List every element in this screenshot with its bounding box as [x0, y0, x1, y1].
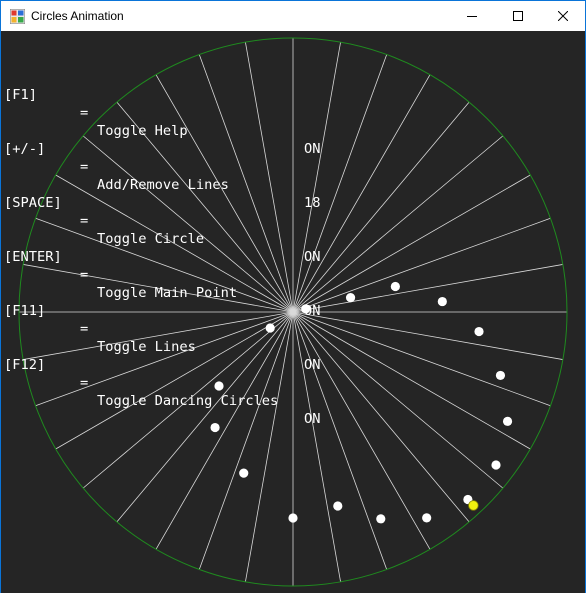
dancing-circle [239, 468, 249, 478]
help-action: Add/Remove Lines [97, 177, 229, 193]
help-action: Toggle Main Point [97, 285, 238, 301]
help-key: [F1] [4, 87, 37, 103]
help-action: Toggle Lines [97, 339, 196, 355]
help-state: ON [304, 141, 321, 157]
maximize-icon [512, 11, 523, 21]
help-equals: = [80, 213, 89, 229]
help-key: [F11] [4, 303, 46, 319]
dancing-circle [437, 296, 447, 307]
dancing-circle [376, 514, 386, 524]
help-row-toggle-lines: [F11] = Toggle Lines ON [4, 284, 320, 373]
help-key: [F12] [4, 357, 46, 373]
close-button[interactable] [540, 1, 585, 31]
dancing-circle [422, 513, 432, 523]
help-key: [SPACE] [4, 195, 62, 211]
dancing-circle [210, 422, 220, 433]
help-state: ON [304, 249, 321, 265]
dancing-circle [345, 293, 356, 303]
dancing-circle [491, 460, 501, 470]
center-hub [290, 309, 296, 315]
close-icon [557, 11, 568, 21]
window-title: Circles Animation [31, 9, 124, 23]
help-equals: = [80, 105, 89, 121]
radial-lines [19, 38, 567, 586]
dancing-circle [333, 501, 343, 511]
dancing-circle [474, 326, 484, 337]
help-equals: = [80, 159, 89, 175]
circles-animation-drawing [18, 37, 568, 587]
help-key: [+/-] [4, 141, 46, 157]
help-state: ON [304, 357, 321, 373]
windows-form-app-icon [10, 9, 25, 24]
main-point [468, 500, 479, 511]
title-bar[interactable]: Circles Animation [1, 1, 585, 31]
dancing-circle [265, 323, 275, 333]
main-point-layer [468, 500, 479, 511]
help-panel: [F1] = Toggle Help ON [+/-] = Add/Remove… [4, 32, 320, 427]
dancing-circle [214, 381, 224, 391]
dancing-circle [495, 370, 506, 381]
dancing-circle [288, 513, 298, 523]
help-row-toggle-help: [F1] = Toggle Help ON [4, 68, 320, 157]
help-equals: = [80, 321, 89, 337]
help-row-add-remove-lines: [+/-] = Add/Remove Lines 18 [4, 122, 320, 211]
minimize-icon [466, 16, 477, 17]
help-state: ON [304, 411, 321, 427]
minimize-button[interactable] [449, 1, 494, 31]
dancing-circle [502, 416, 513, 426]
help-key: [ENTER] [4, 249, 62, 265]
help-equals: = [80, 375, 89, 391]
help-action: Toggle Circle [97, 231, 205, 247]
help-equals: = [80, 267, 89, 283]
app-window: Circles Animation [F1] = Toggle Help ON … [0, 0, 586, 593]
help-row-toggle-circle: [SPACE] = Toggle Circle ON [4, 176, 320, 265]
help-row-toggle-dancing-circles: [F12] = Toggle Dancing Circles ON [4, 338, 320, 427]
help-action: Toggle Help [97, 123, 188, 139]
animation-canvas[interactable]: [F1] = Toggle Help ON [+/-] = Add/Remove… [1, 31, 585, 593]
help-action: Toggle Dancing Circles [97, 393, 279, 409]
maximize-button[interactable] [495, 1, 540, 31]
help-state: 18 [304, 195, 321, 211]
help-state: ON [304, 303, 321, 319]
help-row-toggle-main-point: [ENTER] = Toggle Main Point ON [4, 230, 320, 319]
dancing-circle [390, 281, 400, 292]
